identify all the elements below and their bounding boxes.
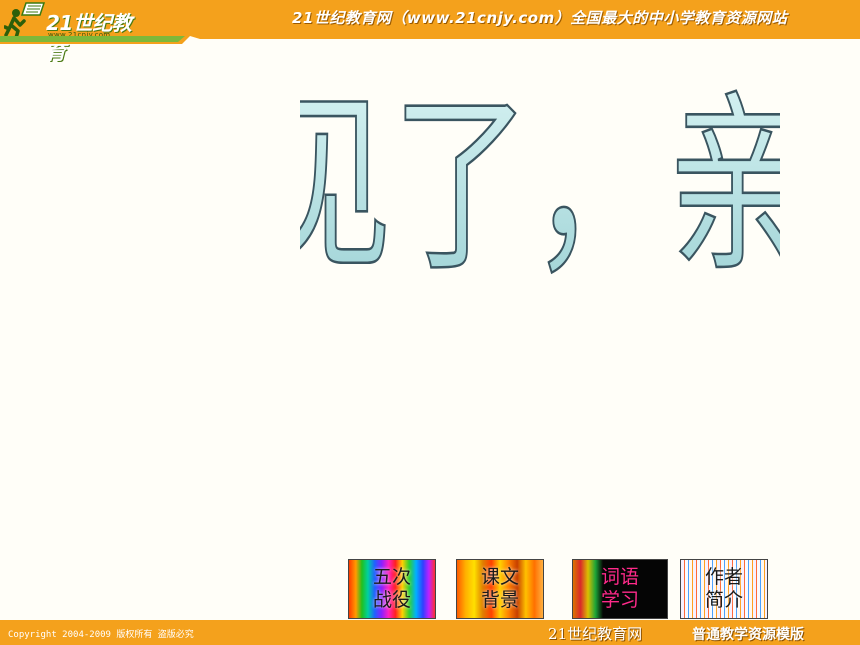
slide-title-text: 再见了，亲人 xyxy=(300,75,780,290)
nav-button-campaigns-line1: 五次 xyxy=(372,566,411,588)
nav-button-vocabulary-line2: 学习 xyxy=(600,589,639,611)
site-slogan: 21世纪教育网（www.21cnjy.com）全国最大的中小学教育资源网站 xyxy=(292,9,788,27)
header-bar: 21世纪教育 www.21cnjy.com 21世纪教育网（www.21cnjy… xyxy=(0,0,860,64)
nav-button-background-line2: 背景 xyxy=(480,589,519,611)
nav-button-author[interactable]: 作者 简介 xyxy=(680,559,768,619)
nav-button-background-line1: 课文 xyxy=(480,566,519,588)
nav-button-vocabulary-line1: 词语 xyxy=(600,566,639,588)
header-stripe-icon xyxy=(0,36,860,44)
nav-button-campaigns-line2: 战役 xyxy=(372,589,411,611)
nav-button-campaigns[interactable]: 五次 战役 xyxy=(348,559,436,619)
footer-template-tag: 普通教学资源模版 xyxy=(692,627,804,643)
nav-button-author-line2: 简介 xyxy=(704,589,743,611)
footer-brand[interactable]: 21世纪教育网 xyxy=(548,623,642,644)
slide-title: 再见了，亲人 xyxy=(300,74,780,290)
nav-button-vocabulary[interactable]: 词语 学习 xyxy=(572,559,668,619)
footer-bar: Copyright 2004-2009 版权所有 盗版必究 21世纪教育网 普通… xyxy=(0,620,860,645)
runner-logo-icon xyxy=(3,2,46,40)
nav-button-author-line1: 作者 xyxy=(704,566,743,588)
nav-button-background[interactable]: 课文 背景 xyxy=(456,559,544,619)
copyright-text: Copyright 2004-2009 版权所有 盗版必究 xyxy=(8,630,194,640)
